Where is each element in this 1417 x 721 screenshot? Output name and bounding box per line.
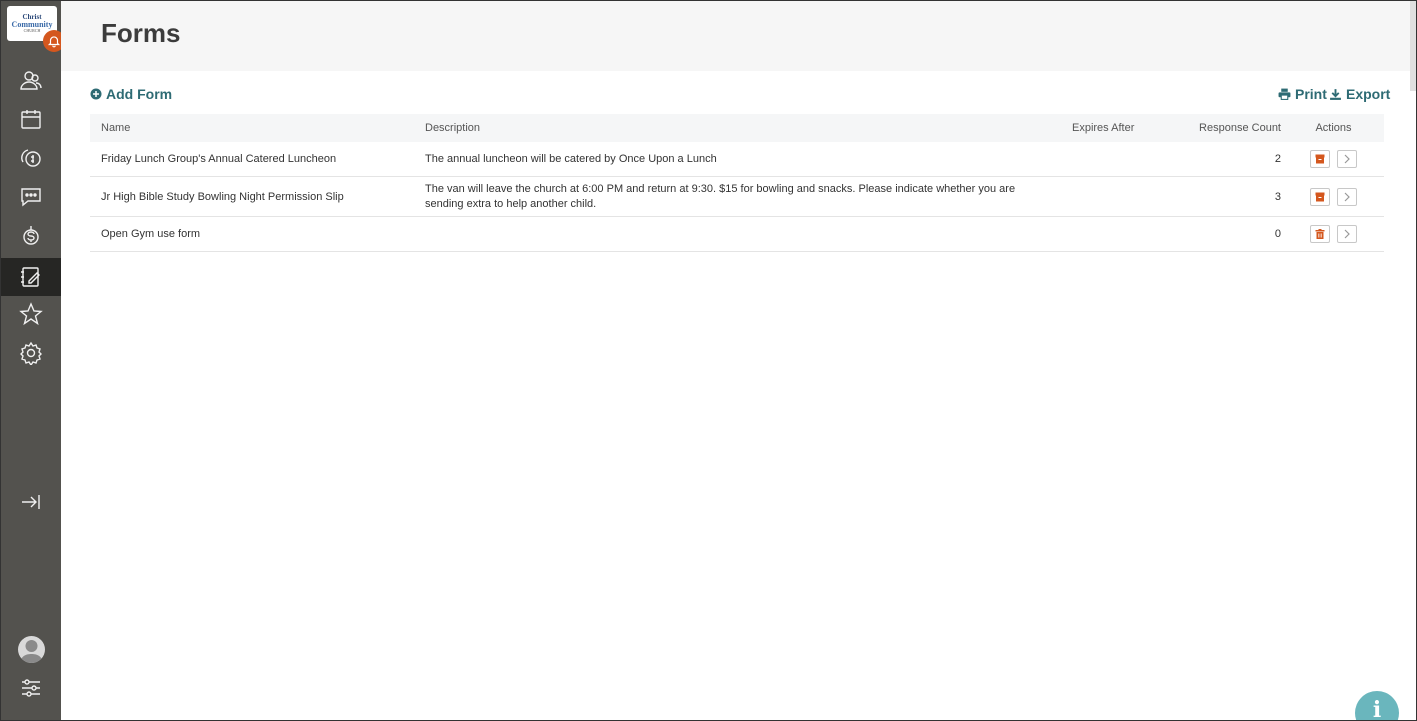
open-form-button[interactable] [1337,150,1357,168]
sidebar-item-forms[interactable] [1,258,61,296]
gear-icon [20,341,42,365]
scrollbar[interactable] [1410,1,1416,91]
sidebar-item-giving[interactable] [1,139,61,177]
page-title: Forms [101,18,181,48]
logo-line: CHURCH [23,28,41,33]
print-button[interactable]: Print [1278,86,1327,102]
form-description: The annual luncheon will be catered by O… [425,152,717,165]
calendar-icon [21,110,41,129]
row-actions [1283,187,1384,206]
column-header-description[interactable]: Description [413,121,1033,136]
coins-icon [21,149,41,167]
form-name[interactable]: Friday Lunch Group's Annual Catered Lunc… [90,153,413,165]
column-header-responses[interactable]: Response Count [1135,122,1283,134]
archive-button[interactable] [1310,187,1330,206]
archive-icon [1315,192,1325,201]
row-actions [1283,225,1384,243]
chevron-right-icon [1344,229,1350,239]
add-form-button[interactable]: Add Form [90,86,172,102]
table-row[interactable]: Jr High Bible Study Bowling Night Permis… [90,177,1384,217]
app-window: Christ Community CHURCH Forms Add Form P… [0,0,1417,721]
archive-button[interactable] [1310,150,1330,168]
chevron-right-icon [1344,192,1350,201]
sidebar-item-preferences[interactable] [1,669,61,707]
add-form-label: Add Form [106,86,173,102]
form-response-count: 3 [1274,190,1281,203]
delete-button[interactable] [1310,225,1330,243]
print-label: Print [1295,86,1327,102]
arrow-to-right-icon [22,495,40,509]
notebook-edit-icon [21,267,40,287]
open-form-button[interactable] [1337,187,1357,206]
user-avatar[interactable] [18,636,45,663]
column-header-expires[interactable]: Expires After [1033,122,1135,134]
people-icon [20,71,42,90]
sliders-icon [22,679,40,697]
table-row[interactable]: Open Gym use form 0 [90,217,1384,252]
table-header: Name Description Expires After Response … [90,114,1384,142]
chevron-right-icon [1344,154,1350,164]
sidebar-item-calendar[interactable] [1,100,61,138]
info-icon: i [1372,697,1382,721]
sidebar: Christ Community CHURCH [1,1,65,720]
form-name[interactable]: Jr High Bible Study Bowling Night Permis… [90,191,413,203]
open-form-button[interactable] [1337,225,1357,243]
sidebar-item-messages[interactable] [1,178,61,216]
export-label: Export [1346,86,1391,102]
export-button[interactable]: Export [1329,86,1390,102]
plus-circle-icon [90,88,102,100]
sidebar-item-settings[interactable] [1,334,61,372]
form-description: The van will leave the church at 6:00 PM… [425,182,1016,210]
archive-icon [1315,154,1325,164]
sidebar-item-people[interactable] [1,61,61,99]
page-header: Forms [61,1,1416,71]
form-name[interactable]: Open Gym use form [90,228,413,240]
expand-sidebar-button[interactable] [1,483,61,521]
sidebar-item-finance[interactable] [1,217,61,255]
table-row[interactable]: Friday Lunch Group's Annual Catered Lunc… [90,142,1384,177]
forms-table: Name Description Expires After Response … [90,114,1384,252]
trash-icon [1315,229,1325,239]
row-actions [1283,150,1384,168]
form-response-count: 2 [1274,153,1281,165]
form-response-count: 0 [1274,228,1281,240]
column-header-name[interactable]: Name [90,122,413,134]
sidebar-item-favorites[interactable] [1,295,61,333]
download-icon [1330,88,1341,100]
star-icon [19,302,43,326]
dollar-icon [23,226,39,245]
column-header-actions: Actions [1315,122,1352,134]
printer-icon [1278,88,1291,100]
info-button[interactable]: i [1355,691,1399,721]
chat-icon [21,188,41,207]
